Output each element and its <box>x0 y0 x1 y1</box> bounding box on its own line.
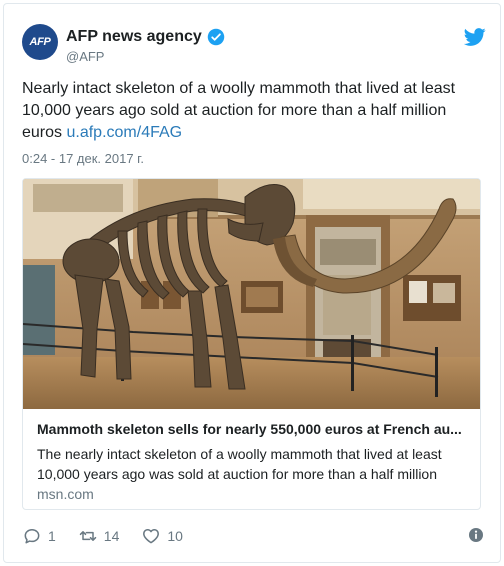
reply-icon <box>24 529 40 544</box>
retweet-button[interactable]: 14 <box>78 526 120 546</box>
link-card-title[interactable]: Mammoth skeleton sells for nearly 550,00… <box>37 421 469 437</box>
retweet-count: 14 <box>103 528 120 544</box>
link-card-description: The nearly intact skeleton of a woolly m… <box>37 446 442 482</box>
reply-button[interactable]: 1 <box>22 526 56 546</box>
like-button[interactable]: 10 <box>141 526 183 546</box>
account-name[interactable]: AFP news agency <box>66 28 202 46</box>
tweet-text: Nearly intact skeleton of a woolly mammo… <box>22 78 482 144</box>
retweet-icon <box>79 531 97 541</box>
account-handle[interactable]: @AFP <box>66 49 104 64</box>
tweet-actions: 1 14 10 <box>22 526 205 546</box>
info-icon[interactable] <box>468 527 484 543</box>
account-name-row[interactable]: AFP news agency <box>66 28 225 46</box>
mammoth-skeleton-image[interactable] <box>23 179 480 409</box>
like-count: 10 <box>167 528 183 544</box>
link-card-domain: msn.com <box>37 486 94 502</box>
reply-count: 1 <box>48 528 56 544</box>
tweet-link[interactable]: u.afp.com/4FAG <box>66 124 182 141</box>
tweet-timestamp[interactable]: 0:24 - 17 дек. 2017 г. <box>22 151 144 166</box>
link-preview-card[interactable]: Mammoth skeleton sells for nearly 550,00… <box>22 178 481 510</box>
avatar[interactable]: AFP <box>22 24 58 60</box>
heart-icon <box>143 529 160 544</box>
verified-badge-icon <box>207 28 225 46</box>
twitter-bird-icon[interactable] <box>464 26 486 48</box>
avatar-logo-text: AFP <box>29 36 51 48</box>
